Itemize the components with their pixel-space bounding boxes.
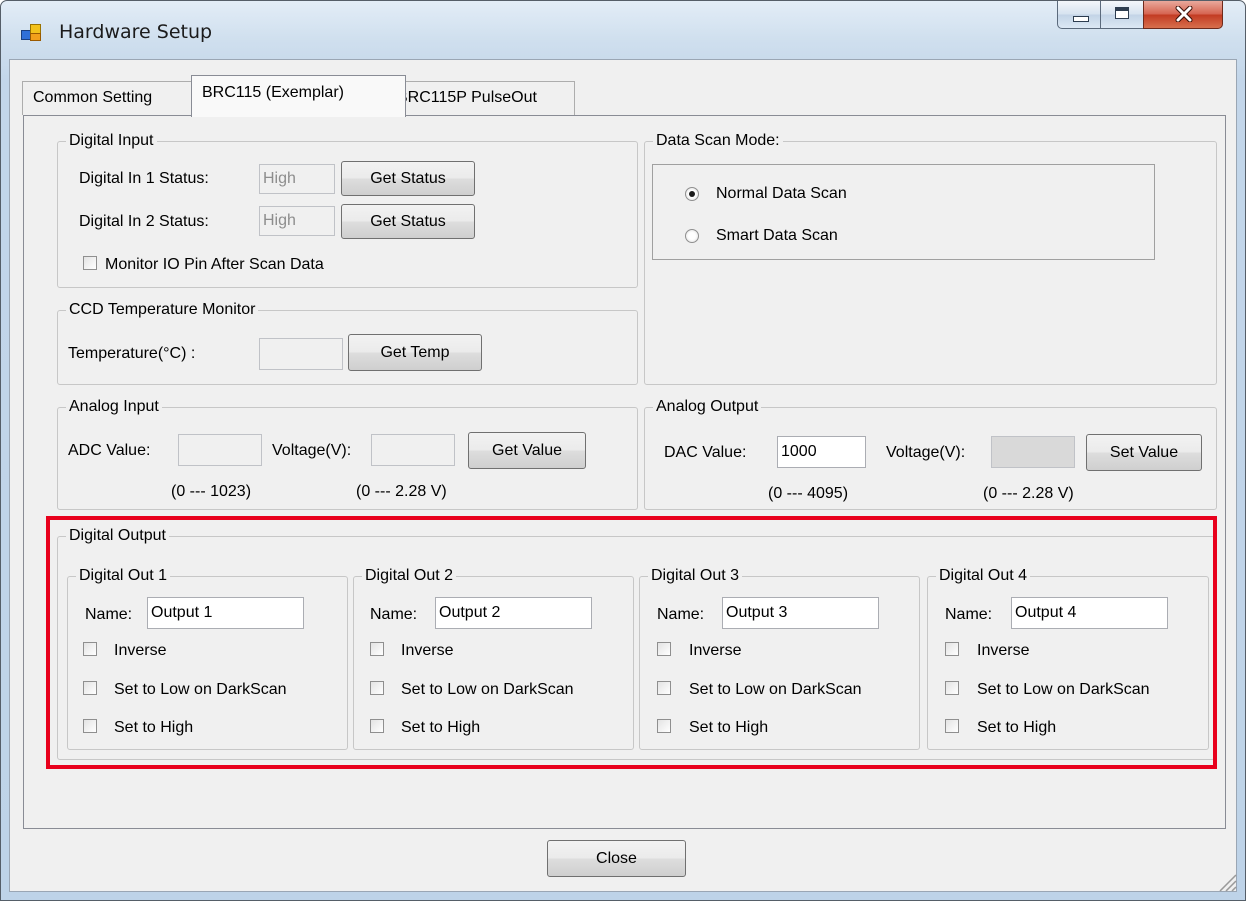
- hardware-setup-window: Hardware Setup Common Setting BRC115 (Ex…: [0, 0, 1246, 901]
- tab-brc115p-pulseout[interactable]: BRC115P PulseOut: [386, 81, 575, 115]
- smart-data-scan-radio[interactable]: [685, 229, 699, 243]
- minimize-icon: [1073, 16, 1089, 22]
- tab-common-setting[interactable]: Common Setting: [22, 81, 193, 115]
- analog-input-title: Analog Input: [69, 398, 159, 415]
- analog-input-voltage-label: Voltage(V):: [272, 442, 352, 459]
- digital-in-1-label: Digital In 1 Status:: [79, 170, 209, 187]
- smart-data-scan-label[interactable]: Smart Data Scan: [716, 227, 838, 245]
- dac-value-label: DAC Value:: [664, 444, 747, 461]
- analog-input-voltage-field: [371, 434, 455, 466]
- analog-input-voltage-range-label: (0 --- 2.28 V): [356, 483, 447, 500]
- get-temp-button[interactable]: Get Temp: [348, 334, 482, 371]
- dac-range-label: (0 --- 4095): [768, 485, 849, 502]
- dac-value-input[interactable]: [777, 436, 866, 468]
- adc-range-label: (0 --- 1023): [171, 483, 252, 500]
- close-icon: [1175, 6, 1193, 22]
- digital-in-2-label: Digital In 2 Status:: [79, 213, 209, 230]
- maximize-button[interactable]: [1100, 1, 1144, 29]
- title-bar[interactable]: Hardware Setup: [1, 1, 1245, 59]
- close-window-button[interactable]: [1143, 1, 1223, 29]
- analog-output-voltage-range-label: (0 --- 2.28 V): [983, 485, 1074, 502]
- monitor-io-label[interactable]: Monitor IO Pin After Scan Data: [105, 256, 324, 274]
- analog-output-title: Analog Output: [656, 398, 759, 415]
- data-scan-options-box: [652, 164, 1155, 260]
- app-window-icon[interactable]: [21, 24, 41, 41]
- analog-output-voltage-label: Voltage(V):: [886, 444, 966, 461]
- get-status-1-button[interactable]: Get Status: [341, 161, 475, 196]
- get-value-button[interactable]: Get Value: [468, 432, 586, 469]
- analog-output-voltage-field: [991, 436, 1075, 468]
- temperature-label: Temperature(°C) :: [68, 345, 196, 362]
- data-scan-mode-title: Data Scan Mode:: [656, 132, 780, 149]
- get-status-2-button[interactable]: Get Status: [341, 204, 475, 239]
- adc-value-field: [178, 434, 262, 466]
- temperature-field: [259, 338, 343, 370]
- normal-data-scan-radio[interactable]: [685, 187, 699, 201]
- set-value-button[interactable]: Set Value: [1086, 434, 1202, 471]
- tab-brc115-exemplar[interactable]: BRC115 (Exemplar): [191, 75, 406, 117]
- digital-output-highlight-box: [46, 516, 1217, 769]
- adc-value-label: ADC Value:: [68, 442, 151, 459]
- digital-input-title: Digital Input: [69, 132, 154, 149]
- normal-data-scan-label[interactable]: Normal Data Scan: [716, 185, 847, 203]
- monitor-io-checkbox[interactable]: [83, 256, 97, 270]
- ccd-temperature-title: CCD Temperature Monitor: [69, 301, 256, 318]
- close-button[interactable]: Close: [547, 840, 686, 877]
- resize-grip-icon[interactable]: [1215, 870, 1237, 892]
- digital-in-2-status-field: [259, 206, 335, 236]
- digital-in-1-status-field: [259, 164, 335, 194]
- window-title: Hardware Setup: [59, 21, 213, 43]
- maximize-icon: [1115, 7, 1129, 19]
- minimize-button[interactable]: [1057, 1, 1101, 29]
